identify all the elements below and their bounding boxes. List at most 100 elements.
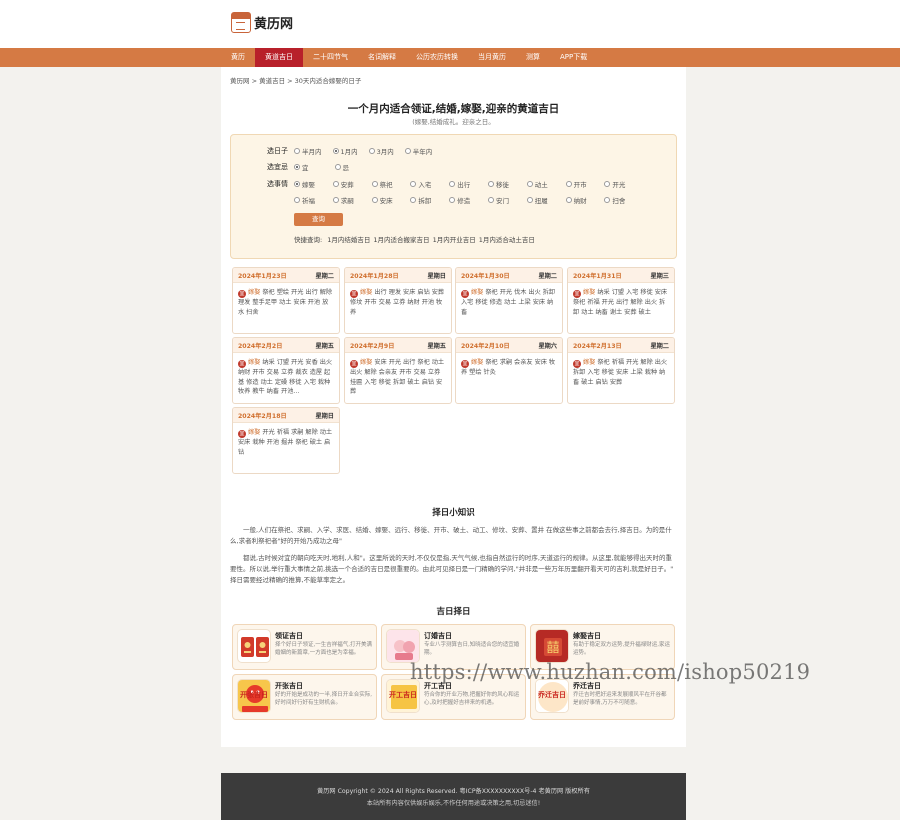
radio-option[interactable]: 出行 — [449, 179, 488, 189]
radio-option[interactable]: 求嗣 — [332, 195, 372, 205]
radio-option[interactable]: 入宅 — [410, 179, 449, 189]
radio-button[interactable] — [332, 197, 339, 203]
day-card-header: 2024年2月2日 星期五 — [233, 338, 339, 353]
radio-option[interactable]: 开光 — [604, 179, 643, 189]
radio-label: 修造 — [457, 197, 471, 205]
day-card[interactable]: 2024年1月30日 星期二宜嫁娶 祭祀 开光 伐木 出火 拆卸 入宅 移徙 修造 … — [455, 267, 563, 334]
nav-item[interactable]: 黄历 — [221, 48, 255, 67]
radio-option[interactable]: 祈福 — [294, 195, 333, 205]
radio-button[interactable] — [565, 181, 572, 187]
quick-query-link[interactable]: 1月内开业吉日 — [433, 236, 476, 244]
radio-button[interactable] — [332, 148, 339, 154]
day-card-header: 2024年1月31日 星期三 — [568, 268, 674, 283]
radio-button[interactable] — [565, 197, 572, 203]
radio-option[interactable]: 纳财 — [565, 195, 605, 205]
radio-option[interactable]: 3月内 — [368, 146, 394, 156]
radio-button[interactable] — [410, 197, 417, 203]
radio-button[interactable] — [410, 181, 417, 187]
day-card[interactable]: 2024年2月10日 星期六宜嫁娶 祭祀 求嗣 会亲友 安床 牧养 塑绘 针灸 — [455, 337, 563, 404]
yi-badge: 宜 — [461, 360, 469, 368]
radio-button[interactable] — [487, 181, 494, 187]
radio-label: 安门 — [495, 197, 509, 205]
day-card-keyword: 嫁娶 — [248, 359, 261, 366]
radio-option[interactable]: 动土 — [526, 179, 566, 189]
radio-label: 扫舍 — [612, 197, 626, 205]
radio-button[interactable] — [371, 181, 378, 187]
radio-button[interactable] — [332, 181, 339, 187]
radio-button[interactable] — [371, 197, 378, 203]
filter-label: 选事情 — [267, 180, 288, 188]
tool-description: 乔迁吉时把好运来发展顺风平在开谷都是前好事情,万万不可随意。 — [573, 692, 667, 706]
radio-button[interactable] — [449, 181, 456, 187]
radio-option[interactable]: 宜 — [294, 162, 309, 172]
radio-label: 半年内 — [412, 148, 433, 156]
knowledge-paragraph: 都说,古时候对宜的朝向吃天时,地利,人和"。这里所说的天时,不仅仅是指,天气气候… — [230, 554, 674, 584]
tool-description: 择个好日子领证,一生吉祥福气,打开美满婚姻的新篇章,一方面也是为幸福。 — [275, 642, 372, 656]
radio-option[interactable]: 扫舍 — [604, 195, 643, 205]
radio-button[interactable] — [526, 181, 533, 187]
day-card-header: 2024年1月30日 星期二 — [456, 268, 562, 283]
tools-title: 吉日择日 — [436, 607, 471, 617]
radio-label: 纳财 — [573, 197, 587, 205]
nav-item[interactable]: 测算 — [516, 48, 550, 67]
day-card-weekday: 星期二 — [650, 342, 669, 350]
radio-option[interactable]: 安葬 — [332, 179, 372, 189]
radio-option[interactable]: 扭履 — [526, 195, 566, 205]
day-card[interactable]: 2024年2月9日 星期五宜嫁娶 安床 开光 出行 祭祀 动土 出火 解除 会亲友 … — [344, 337, 452, 404]
radio-option[interactable]: 开市 — [565, 179, 605, 189]
radio-button[interactable] — [294, 197, 300, 203]
day-card-header: 2024年2月18日 星期日 — [233, 408, 339, 423]
tool-card[interactable]: 开张吉日 开张吉日 好的开始是成功的一半,择日开业合实际,好时间好行好有生财机会。 — [232, 674, 377, 720]
radio-option[interactable]: 拆卸 — [410, 195, 449, 205]
radio-option[interactable]: 嫁娶 — [294, 179, 333, 189]
radio-button[interactable] — [487, 197, 494, 203]
day-card-header: 2024年1月23日 星期二 — [233, 268, 339, 283]
radio-option[interactable]: 半年内 — [404, 146, 433, 156]
radio-button[interactable] — [294, 164, 300, 170]
day-card[interactable]: 2024年1月23日 星期二宜嫁娶 祭祀 塑绘 开光 出行 解除 理发 整手足甲 动… — [232, 267, 340, 334]
radio-option[interactable]: 安门 — [487, 195, 527, 205]
nav-item[interactable]: 名词解释 — [358, 48, 406, 67]
day-card-weekday: 星期二 — [538, 272, 557, 280]
query-button[interactable]: 查询 — [294, 213, 343, 226]
nav-item[interactable]: 黄道吉日 — [255, 48, 303, 67]
day-card[interactable]: 2024年2月2日 星期五宜嫁娶 纳采 订盟 开光 安香 出火 纳财 开市 交易 立… — [232, 337, 340, 404]
quick-query-link[interactable]: 1月内适合动土吉日 — [479, 236, 535, 244]
day-card[interactable]: 2024年2月18日 星期日宜嫁娶 开光 祈福 求嗣 解除 动土 安床 栽种 开池 … — [232, 407, 340, 474]
radio-button[interactable] — [449, 197, 456, 203]
radio-option[interactable]: 半月内 — [294, 146, 322, 156]
quick-query-link[interactable]: 1月内适合搬家吉日 — [373, 236, 429, 244]
nav-item[interactable]: 二十四节气 — [303, 48, 358, 67]
radio-button[interactable] — [294, 148, 300, 154]
site-logo[interactable]: 黄历网 — [231, 12, 293, 33]
radio-option[interactable]: 移徙 — [487, 179, 527, 189]
tool-icon-label: 开张吉日 — [240, 691, 268, 699]
day-card[interactable]: 2024年1月31日 星期三宜嫁娶 纳采 订盟 入宅 移徙 安床 祭祀 祈福 开光 … — [567, 267, 675, 334]
radio-button[interactable] — [604, 181, 611, 187]
radio-option[interactable]: 忌 — [334, 162, 349, 172]
radio-button[interactable] — [526, 197, 533, 203]
radio-option[interactable]: 修造 — [449, 195, 488, 205]
nav-item[interactable]: 当月黄历 — [468, 48, 516, 67]
nav-item[interactable]: 公历农历转换 — [406, 48, 468, 67]
tool-card[interactable]: 领证吉日 择个好日子领证,一生吉祥福气,打开美满婚姻的新篇章,一方面也是为幸福。 — [232, 624, 377, 670]
radio-button[interactable] — [334, 164, 341, 170]
radio-button[interactable] — [368, 148, 375, 154]
radio-button[interactable] — [604, 197, 611, 203]
radio-option[interactable]: 安床 — [371, 195, 411, 205]
marriage-certificate-icon — [237, 629, 271, 663]
day-card-keyword: 嫁娶 — [583, 359, 596, 366]
radio-label: 宜 — [302, 164, 309, 172]
radio-option[interactable]: 祭祀 — [371, 179, 411, 189]
day-card-header: 2024年2月10日 星期六 — [456, 338, 562, 353]
radio-button[interactable] — [404, 148, 411, 154]
quick-query-link[interactable]: 1月内结婚吉日 — [327, 236, 370, 244]
day-card[interactable]: 2024年2月13日 星期二宜嫁娶 祭祀 祈福 开光 解除 出火 拆卸 入宅 移徙 … — [567, 337, 675, 404]
radio-option[interactable]: 1月内 — [332, 146, 358, 156]
tool-icon-label: 开工吉日 — [389, 691, 417, 699]
day-card-date: 2024年2月9日 — [350, 342, 395, 350]
nav-item[interactable]: APP下载 — [550, 48, 597, 67]
radio-button[interactable] — [294, 181, 300, 187]
day-card[interactable]: 2024年1月28日 星期日宜嫁娶 出行 理发 安床 启钻 安葬 修坟 开市 交易 … — [344, 267, 452, 334]
footer-disclaimer: 本站所有内容仅供娱乐娱乐,不作任何用途或决策之用,切忌迷信! — [366, 800, 541, 807]
